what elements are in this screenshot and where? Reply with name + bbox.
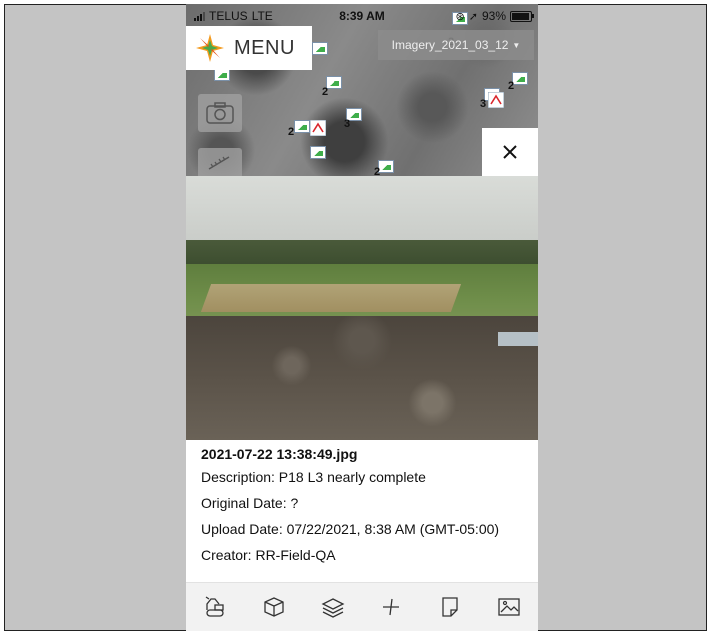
photo-upload-date: Upload Date: 07/22/2021, 8:38 AM (GMT-05…: [201, 521, 500, 537]
location-icon: ➚: [468, 10, 478, 23]
cluster-count: 2: [374, 166, 381, 176]
cluster-count: 2: [508, 80, 515, 92]
image-icon: [497, 598, 520, 616]
cluster-count: 2: [322, 86, 329, 98]
cluster-count: 2: [288, 126, 295, 138]
photo-original-date: Original Date: ?: [201, 495, 299, 511]
bottom-toolbar: [186, 582, 538, 631]
ruler-icon: [208, 156, 230, 170]
status-bar: TELUS LTE 8:39 AM ⊛ ➚ 93%: [186, 4, 538, 26]
imagery-label: Imagery_2021_03_12: [391, 38, 509, 52]
note-button[interactable]: [430, 587, 470, 627]
image-button[interactable]: [489, 587, 529, 627]
cluster-count: 3: [480, 98, 487, 110]
excavator-icon: [205, 596, 224, 617]
pdf-icon[interactable]: [488, 92, 504, 108]
orientation-lock-icon: ⊛: [455, 10, 465, 23]
logo-icon: [196, 34, 224, 62]
photo-description: Description: P18 L3 nearly complete: [201, 469, 426, 485]
cube-icon: [264, 597, 284, 617]
photo-marker[interactable]: [310, 146, 326, 159]
photo-water: [498, 332, 538, 346]
layers-icon: [321, 598, 345, 618]
camera-button[interactable]: [198, 94, 242, 132]
photo-marker[interactable]: [326, 76, 342, 89]
photo-marker[interactable]: [378, 160, 394, 173]
cube-button[interactable]: [254, 587, 294, 627]
compass-button[interactable]: [371, 587, 411, 627]
photo-filename: 2021-07-22 13:38:49.jpg: [201, 446, 358, 462]
photo-berm: [200, 284, 462, 312]
note-icon: [442, 597, 458, 617]
camera-icon: [206, 102, 234, 124]
battery-percent: 93%: [481, 9, 506, 23]
menu-label: MENU: [234, 36, 295, 59]
measure-button[interactable]: [198, 148, 242, 176]
photo-details: 2021-07-22 13:38:49.jpg Description: P18…: [186, 440, 538, 568]
layers-button[interactable]: [313, 587, 353, 627]
close-icon: [503, 145, 517, 159]
pdf-icon[interactable]: [310, 120, 326, 136]
photo-creator: Creator: RR-Field-QA: [201, 547, 336, 563]
chevron-down-icon: ▼: [512, 40, 521, 50]
photo-dirt: [186, 316, 538, 440]
map-view[interactable]: 2 2 3 2 3 2 2 MENU Imagery_2021_03_12: [186, 4, 538, 176]
menu-button[interactable]: MENU: [186, 26, 312, 70]
photo-treeline: [186, 240, 538, 266]
compass-icon: [383, 598, 400, 616]
photo-marker[interactable]: [512, 72, 528, 85]
phone-screen: 2 2 3 2 3 2 2 MENU Imagery_2021_03_12: [186, 4, 538, 631]
photo-marker[interactable]: [312, 42, 328, 55]
cluster-count: 3: [344, 118, 351, 130]
battery-icon: [510, 10, 534, 22]
close-button[interactable]: [482, 128, 538, 176]
photo-marker[interactable]: [294, 120, 310, 133]
photo-preview[interactable]: [186, 176, 538, 440]
excavator-button[interactable]: [195, 587, 235, 627]
imagery-selector[interactable]: Imagery_2021_03_12 ▼: [378, 30, 534, 60]
